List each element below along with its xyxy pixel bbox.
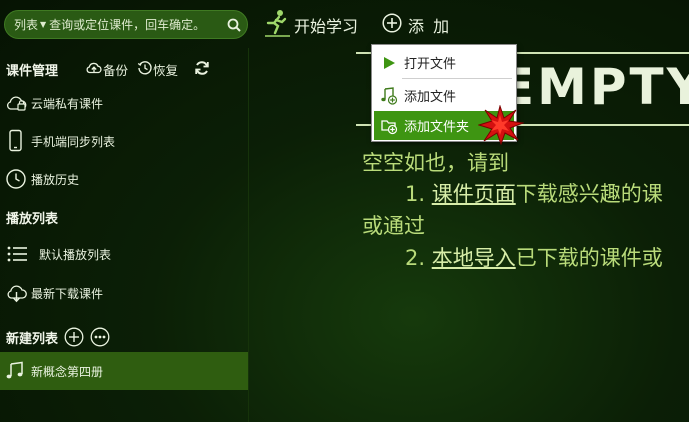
new-list-title: 新建列表 xyxy=(6,331,59,347)
sidebar-item-label: 默认播放列表 xyxy=(39,247,112,262)
backup-label: 备份 xyxy=(103,62,129,78)
restore-clock-icon xyxy=(137,60,153,79)
menu-item-open-file[interactable]: 打开文件 xyxy=(374,48,514,77)
menu-item-label: 打开文件 xyxy=(404,57,457,72)
start-learning-button[interactable]: 开始学习 xyxy=(262,8,358,42)
course-manage-header: 课件管理 备份 恢复 xyxy=(0,54,248,84)
empty-message-line2: 1. 课件页面下载感兴趣的课 xyxy=(405,178,663,208)
sidebar-divider xyxy=(248,48,249,422)
sidebar-item-label: 最新下载课件 xyxy=(31,286,104,301)
sidebar-item-label: 新概念第四册 xyxy=(31,364,104,379)
refresh-icon xyxy=(194,60,210,79)
search-scope-label: 列表 xyxy=(14,18,39,32)
sidebar-item-play-history[interactable]: 播放历史 xyxy=(0,160,248,198)
plus-circle-icon xyxy=(382,13,402,37)
add-list-icon[interactable] xyxy=(64,327,84,347)
music-note-icon xyxy=(5,361,31,381)
sidebar-item-label: 云端私有课件 xyxy=(31,96,104,111)
cloud-download-icon xyxy=(5,283,31,303)
menu-item-label: 添加文件夹 xyxy=(404,120,470,135)
list-icon xyxy=(5,245,31,263)
sidebar-item-default-playlist[interactable]: 默认播放列表 xyxy=(0,235,248,273)
empty-message-line1: 空空如也，请到 xyxy=(362,151,509,175)
add-file-icon xyxy=(374,86,404,105)
search-input[interactable] xyxy=(49,17,221,32)
sidebar-item-label: 手机端同步列表 xyxy=(31,134,116,149)
caret-down-icon: ▼ xyxy=(40,20,47,29)
empty-message-line4: 2. 本地导入已下载的课件或 xyxy=(405,242,663,272)
sidebar-item-new-concept-4[interactable]: 新概念第四册 xyxy=(0,352,248,390)
start-learning-label: 开始学习 xyxy=(294,17,359,36)
add-folder-icon xyxy=(374,117,404,135)
clock-icon xyxy=(5,168,31,190)
play-icon xyxy=(374,56,404,70)
course-manage-title: 课件管理 xyxy=(6,63,59,79)
line4-suffix: 已下载的课件或 xyxy=(515,246,663,270)
top-toolbar: 列表 ▼ 开始学习 添 加 xyxy=(0,0,689,48)
playlist-header: 播放列表 xyxy=(0,202,248,232)
sidebar: 课件管理 备份 恢复 云端私有课件 手机端同步列表 播放历史 播放列表 默认播放… xyxy=(0,52,248,422)
new-list-header: 新建列表 xyxy=(0,322,248,352)
empty-message-line3: 或通过 xyxy=(362,214,425,238)
local-import-link[interactable]: 本地导入 xyxy=(432,246,516,270)
click-burst-icon xyxy=(477,104,525,149)
sidebar-item-phone-sync[interactable]: 手机端同步列表 xyxy=(0,122,248,160)
line2-prefix: 1. xyxy=(405,182,432,206)
restore-label: 恢复 xyxy=(153,62,179,78)
restore-button[interactable]: 恢复 xyxy=(137,60,178,79)
cloud-lock-icon xyxy=(5,94,31,112)
sidebar-item-latest-download[interactable]: 最新下载课件 xyxy=(0,274,248,312)
menu-item-label: 添加文件 xyxy=(404,90,457,105)
backup-button[interactable]: 备份 xyxy=(85,60,128,79)
more-options-icon[interactable] xyxy=(90,327,110,347)
empty-title: EMPTY xyxy=(500,58,689,116)
line2-suffix: 下载感兴趣的课 xyxy=(515,182,663,206)
add-button[interactable]: 添 加 xyxy=(382,13,451,37)
phone-icon xyxy=(5,129,31,153)
menu-separator xyxy=(402,78,512,79)
search-icon[interactable] xyxy=(221,18,247,32)
search-box: 列表 ▼ xyxy=(4,10,248,39)
line4-prefix: 2. xyxy=(405,246,432,270)
search-scope-dropdown[interactable]: 列表 ▼ xyxy=(14,16,49,33)
add-label: 添 加 xyxy=(408,17,452,36)
running-man-icon xyxy=(262,8,292,42)
course-page-link[interactable]: 课件页面 xyxy=(432,182,516,206)
cloud-upload-icon xyxy=(85,61,103,78)
refresh-button[interactable] xyxy=(194,60,210,79)
playlist-title: 播放列表 xyxy=(6,211,59,227)
sidebar-item-cloud-private[interactable]: 云端私有课件 xyxy=(0,84,248,122)
sidebar-item-label: 播放历史 xyxy=(31,172,80,187)
